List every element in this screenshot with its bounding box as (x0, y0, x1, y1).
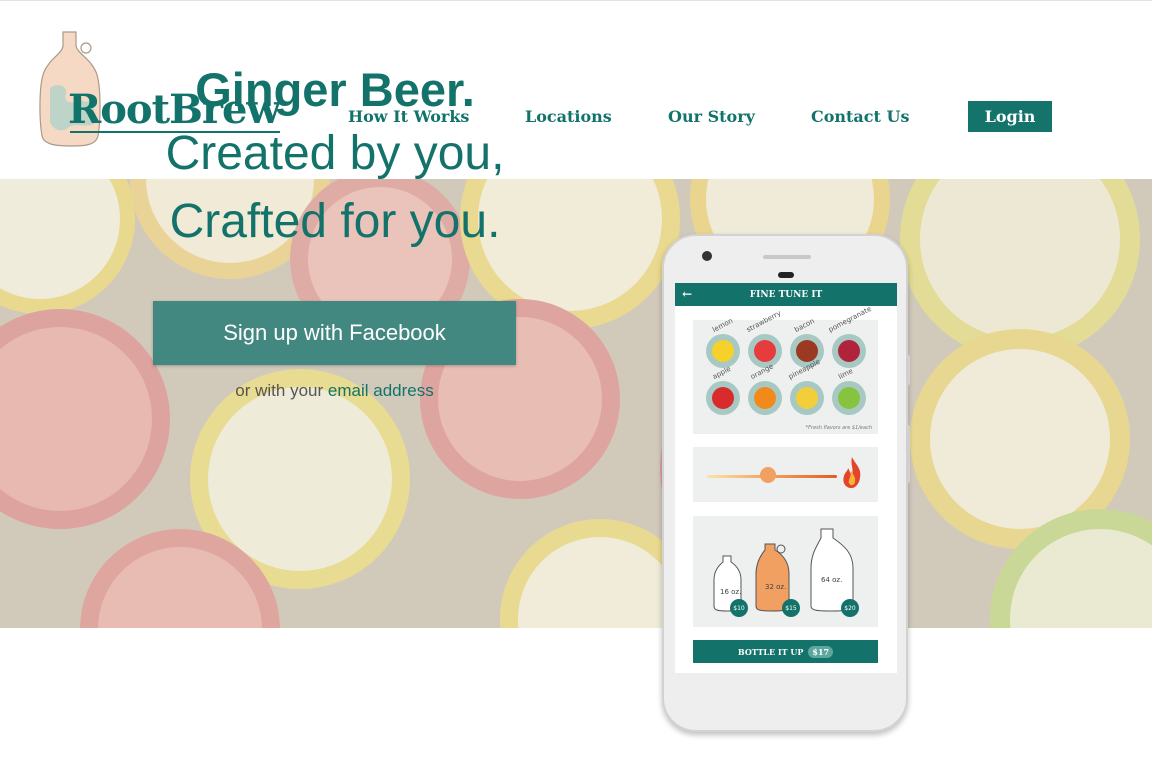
flavor-lime[interactable] (832, 381, 866, 415)
price-tag-32[interactable]: $15 (782, 599, 800, 617)
app-title: FINE TUNE IT (749, 289, 823, 300)
phone-power-button (906, 355, 910, 385)
flavor-price-note: *Fresh flavors are $1/each (805, 425, 872, 431)
hero-subline-2: Crafted for you. (169, 195, 501, 248)
flavor-panel: lemon strawberry bacon pomegranate apple… (693, 305, 878, 434)
nav-our-story[interactable]: Our Story (668, 107, 755, 126)
flavor-pineapple[interactable] (790, 381, 824, 415)
hero-headline: Ginger Beer. (195, 63, 475, 116)
hero-subline-1: Created by you, (165, 127, 505, 180)
orange-icon (754, 387, 776, 409)
flavor-pomegranate[interactable] (832, 334, 866, 368)
price-tag-64[interactable]: $20 (841, 599, 859, 617)
strawberry-icon (754, 340, 776, 362)
flavor-orange[interactable] (748, 381, 782, 415)
nav-contact-us[interactable]: Contact Us (811, 107, 909, 126)
flavor-label: lemon (711, 316, 735, 334)
flavor-label: lime (837, 366, 855, 381)
flavor-strawberry[interactable] (748, 334, 782, 368)
phone-camera (702, 251, 712, 261)
app-header: ← FINE TUNE IT (675, 283, 897, 306)
price-tag-16[interactable]: $10 (730, 599, 748, 617)
size-label-16: 16 oz. (720, 588, 742, 596)
email-signup-link[interactable]: email address (328, 381, 434, 400)
bottle-it-up-button[interactable]: BOTTLE IT UP $17 (693, 640, 878, 663)
email-prefix: or with your (235, 381, 324, 400)
flavor-lemon[interactable] (706, 334, 740, 368)
lime-icon (838, 387, 860, 409)
flavor-label: pomegranate (827, 304, 873, 334)
facebook-signup-button[interactable]: Sign up with Facebook (153, 301, 516, 365)
email-signup-text: or with your email address (153, 381, 516, 401)
size-panel: 16 oz. 32 oz. 64 oz. $10 $15 $20 (693, 516, 878, 627)
size-label-64: 64 oz. (821, 576, 843, 584)
flavor-label: strawberry (745, 309, 783, 334)
flavor-label: bacon (793, 316, 816, 334)
lemon-icon (712, 340, 734, 362)
heat-panel (693, 447, 878, 502)
bottle-button-label: BOTTLE IT UP (737, 646, 804, 657)
heat-slider-handle[interactable] (760, 467, 777, 483)
login-button[interactable]: Login (968, 101, 1052, 132)
size-label-32: 32 oz. (765, 583, 787, 591)
apple-icon (712, 387, 734, 409)
pomegranate-icon (838, 340, 860, 362)
top-border (0, 0, 1152, 1)
flavor-apple[interactable] (706, 381, 740, 415)
phone-screen: ← FINE TUNE IT lemon strawberry bacon po… (675, 283, 897, 673)
pineapple-icon (796, 387, 818, 409)
phone-sensor (778, 272, 794, 278)
phone-volume-button (906, 425, 910, 483)
flame-icon (843, 457, 861, 489)
back-arrow-icon[interactable]: ← (682, 287, 692, 301)
bottle-price-badge: $17 (808, 645, 834, 658)
flavor-label: apple (711, 364, 733, 381)
phone-speaker (763, 255, 811, 259)
